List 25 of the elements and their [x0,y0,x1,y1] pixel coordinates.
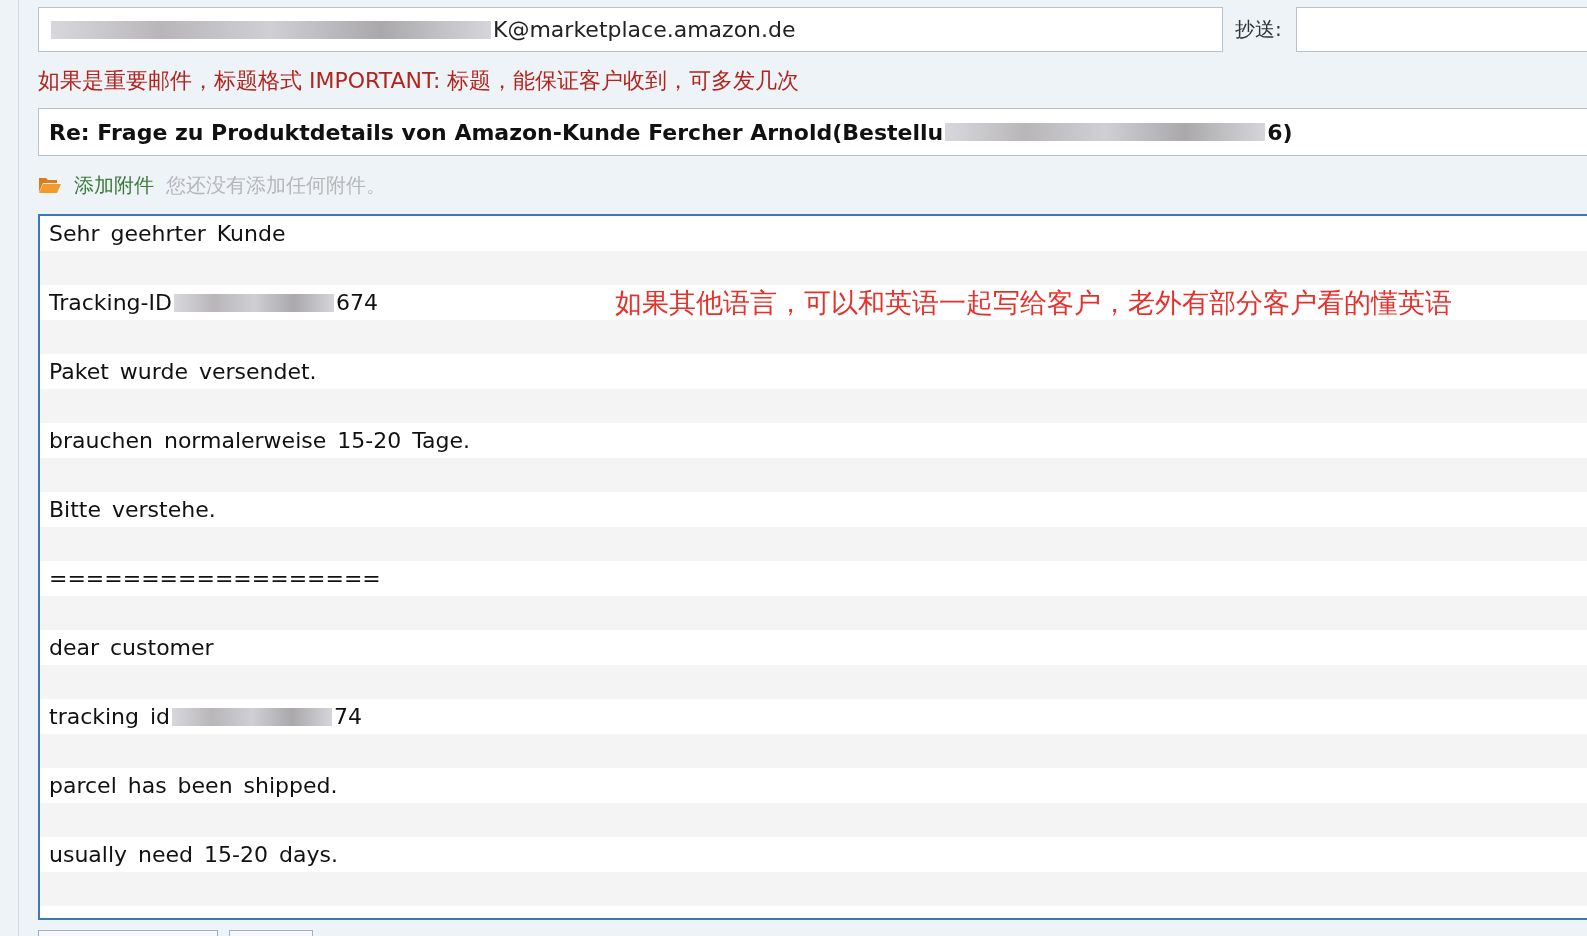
subject-field[interactable]: Re: Frage zu Produktdetails von Amazon-Kunde Fercher Arnold(Bestellu 6) [38,108,1587,156]
hint-text: 如果是重要邮件，标题格式 IMPORTANT: 标题，能保证客户收到，可多发几次 [38,67,801,95]
cc-field[interactable] [1295,7,1587,52]
subject-text: Re: Frage zu Produktdetails von Amazon-Kunde Fercher Arnold(Bestellu [49,119,944,145]
body-text: parcel has been shipped. [49,773,338,798]
body-text: 74 [334,704,363,729]
message-body-field[interactable] [38,214,1587,920]
body-text: Paket wurde versendet. [49,359,317,384]
cc-label: 抄送: [1235,16,1282,43]
add-attachment-link[interactable]: 添加附件 [74,171,154,199]
body-text: brauchen normalerweise 15-20 Tage. [49,428,470,453]
body-text: tracking id [49,704,171,729]
folder-icon[interactable] [38,176,62,194]
body-text: 674 [335,290,378,315]
body-text: ================== [49,566,381,591]
body-text: Tracking-ID [49,290,172,315]
body-text: Sehr geehrter Kunde [49,221,286,246]
recipient-field[interactable]: K@marketplace.amazon.de [38,7,1223,52]
body-text: usually need 15-20 days. [49,842,338,867]
attachment-note: 您还没有添加任何附件。 [166,171,386,199]
body-text: Bitte verstehe. [49,497,216,522]
subject-text: 6) [1267,119,1293,145]
body-text: dear customer [49,635,214,660]
annotation-text: 如果其他语言，可以和英语一起写给客户，老外有部分客户看的懂英语 [615,285,1452,320]
email-address: K@marketplace.amazon.de [493,17,796,42]
